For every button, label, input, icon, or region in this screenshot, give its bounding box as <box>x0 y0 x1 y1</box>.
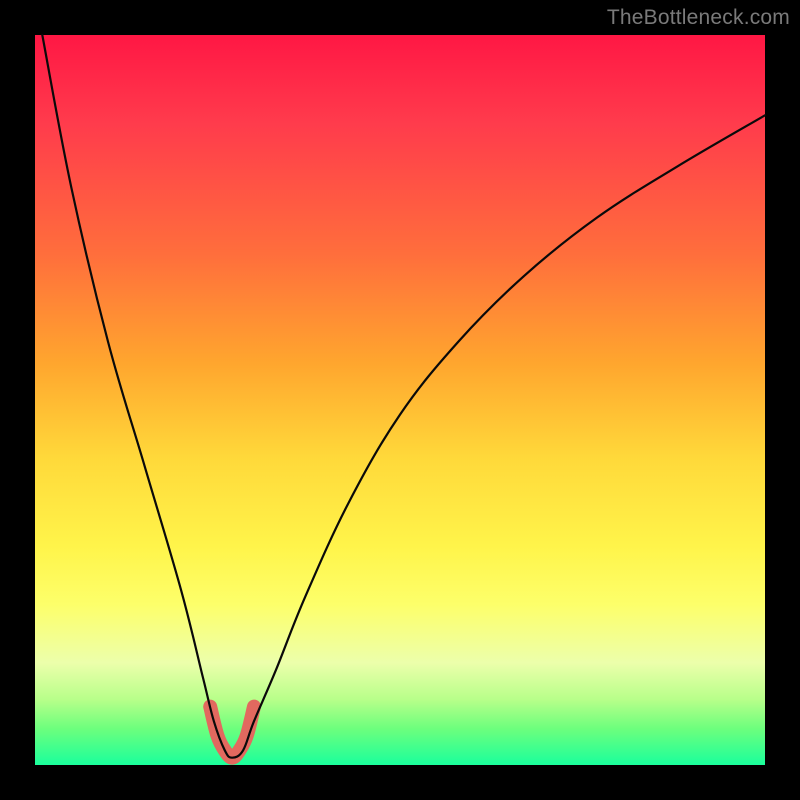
bottleneck-curve <box>42 35 765 758</box>
outer-frame: TheBottleneck.com <box>0 0 800 800</box>
watermark-text: TheBottleneck.com <box>607 6 790 30</box>
chart-plot-area <box>35 35 765 765</box>
chart-svg <box>35 35 765 765</box>
